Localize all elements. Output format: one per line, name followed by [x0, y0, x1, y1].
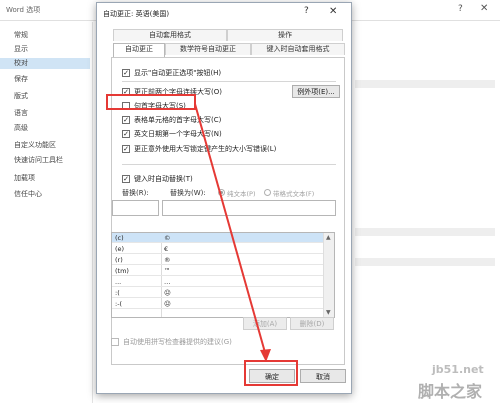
annotation-arrow: [194, 103, 271, 362]
watermark-brand: 脚本之家: [418, 382, 483, 401]
watermark-site: jb51.net: [432, 363, 484, 376]
arrow-line: [194, 103, 267, 357]
arrow-head-icon: [260, 349, 271, 362]
